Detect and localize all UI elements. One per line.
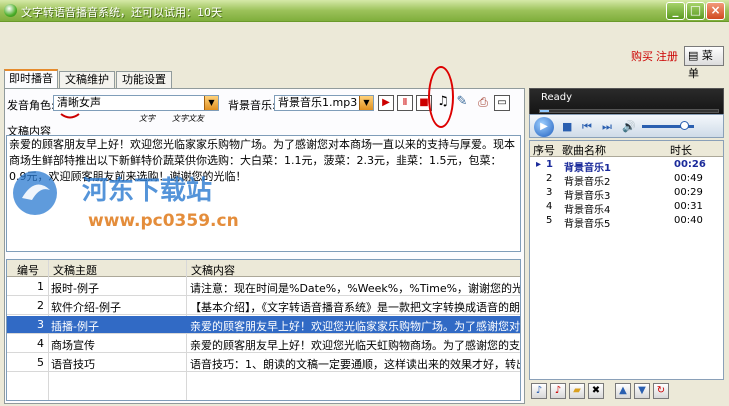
minimize-button[interactable]: _: [666, 2, 685, 20]
chevron-down-icon[interactable]: ▼: [204, 96, 218, 110]
maximize-button[interactable]: □: [686, 2, 705, 20]
row-num: 1: [37, 280, 44, 293]
speed-fast-label: 文字文友: [172, 114, 204, 123]
header-topic[interactable]: 文稿主题: [53, 262, 97, 278]
row-topic: 商场宣传: [51, 339, 95, 352]
move-down-icon[interactable]: ▼: [634, 383, 650, 399]
volume-knob[interactable]: [679, 121, 689, 130]
tab-manuscript-maintenance[interactable]: 文稿维护: [59, 71, 115, 89]
menu-button[interactable]: ▤ 菜单: [684, 46, 724, 80]
manuscript-table: 编号 文稿主题 文稿内容 1 报时-例子 请注意：现在时间是%Date%，%We…: [6, 259, 521, 401]
row-num: 4: [37, 337, 44, 350]
highlight-circle: [428, 66, 454, 128]
table-row[interactable]: 4 商场宣传 亲爱的顾客朋友早上好！欢迎您光临天虹购物商场。为了感谢您的支持与厚…: [7, 335, 520, 353]
smile-curve-icon: [60, 113, 80, 119]
seek-fill: [540, 110, 549, 112]
music-select-value: 背景音乐1.mp3: [278, 96, 358, 109]
add-music-icon[interactable]: ♪: [531, 383, 547, 399]
speed-slow-label: 文字: [139, 114, 155, 123]
monitor-icon[interactable]: ▭: [494, 95, 510, 111]
playlist-item[interactable]: 4 背景音乐4 00:31: [530, 201, 723, 216]
playlist-toolbar: ♪ ♪ ▰ ✖ ▲ ▼ ↻: [529, 380, 724, 404]
seek-bar[interactable]: [539, 109, 719, 113]
table-row[interactable]: 2 软件介绍-例子 【基本介绍】，《文字转语音播音系统》是一款把文字转换成语音的…: [7, 297, 521, 315]
playlist: 序号 歌曲名称 时长 ▸ 1 背景音乐1 00:26 2 背景音乐2 00:49…: [529, 140, 724, 380]
header-name: 歌曲名称: [562, 144, 606, 157]
voice-select[interactable]: 清晰女声 ▼: [53, 95, 219, 111]
window-title: 文字转语音播音系统，还可以试用：10天: [21, 6, 222, 19]
playlist-item[interactable]: 3 背景音乐3 00:29: [530, 187, 723, 202]
header-content[interactable]: 文稿内容: [191, 262, 235, 278]
music-label: 背景音乐:: [228, 99, 276, 112]
content-text: 亲爱的顾客朋友早上好！欢迎您光临家家乐购物广场。为了感谢您对本商场一直以来的支持…: [9, 138, 515, 183]
table-row[interactable]: 1 报时-例子 请注意：现在时间是%Date%，%Week%，%Time%，谢谢…: [7, 278, 521, 296]
register-link[interactable]: 注册: [656, 48, 678, 64]
pause-icon[interactable]: Ⅱ: [397, 95, 413, 111]
quill-icon[interactable]: ✎: [454, 95, 470, 111]
header-duration: 时长: [670, 144, 692, 157]
close-button[interactable]: ×: [706, 2, 725, 20]
volume-icon[interactable]: 🔊: [622, 120, 636, 133]
player-status: Ready: [541, 92, 573, 103]
playlist-header: 序号 歌曲名称 时长: [530, 141, 723, 157]
chevron-down-icon[interactable]: ▼: [359, 96, 373, 110]
row-num: 2: [37, 299, 44, 312]
move-up-icon[interactable]: ▲: [615, 383, 631, 399]
row-content: 【基本介绍】，《文字转语音播音系统》是一款把文字转换成语音的朗读软件: [190, 301, 521, 314]
stop-icon[interactable]: ■: [562, 120, 572, 133]
row-content: 语音技巧：1、朗读的文稿一定要通顺，这样读出来的效果才好，转出来的音频: [190, 358, 520, 371]
next-icon[interactable]: ⏭: [602, 120, 612, 134]
previous-icon[interactable]: ⏮: [582, 120, 592, 134]
tab-instant-broadcast[interactable]: 即时播音: [4, 69, 58, 90]
current-track-icon: ▸: [536, 159, 542, 170]
remove-music-icon[interactable]: ♪: [550, 383, 566, 399]
loop-icon[interactable]: ↻: [653, 383, 669, 399]
row-num: 5: [37, 356, 44, 369]
row-num: 3: [37, 318, 44, 331]
table-row[interactable]: 5 语音技巧 语音技巧：1、朗读的文稿一定要通顺，这样读出来的效果才好，转出来的…: [7, 354, 520, 372]
content-textarea[interactable]: 亲爱的顾客朋友早上好！欢迎您光临家家乐购物广场。为了感谢您对本商场一直以来的支持…: [6, 135, 521, 252]
row-content: 亲爱的顾客朋友早上好！欢迎您光临家家乐购物广场。为了感谢您对本商场一直: [190, 320, 520, 333]
title-bar: 文字转语音播音系统，还可以试用：10天 _ □ ×: [0, 0, 729, 22]
row-topic: 报时-例子: [51, 282, 99, 295]
table-row-selected[interactable]: 3 插播-例子 亲爱的顾客朋友早上好！欢迎您光临家家乐购物广场。为了感谢您对本商…: [7, 316, 520, 334]
tab-function-settings[interactable]: 功能设置: [116, 71, 172, 89]
row-content: 请注意：现在时间是%Date%，%Week%，%Time%，谢谢您的光临！: [190, 282, 521, 295]
row-topic: 插播-例子: [51, 320, 99, 333]
folder-icon[interactable]: ▰: [569, 383, 585, 399]
voice-select-value: 清晰女声: [57, 96, 101, 109]
playlist-item[interactable]: ▸ 1 背景音乐1 00:26: [530, 159, 723, 174]
app-icon: [4, 4, 17, 17]
music-select[interactable]: 背景音乐1.mp3 ▼: [274, 95, 374, 111]
row-content: 亲爱的顾客朋友早上好！欢迎您光临天虹购物商场。为了感谢您的支持与厚爱。我: [190, 339, 520, 352]
row-topic: 软件介绍-例子: [51, 301, 121, 314]
playlist-item[interactable]: 5 背景音乐5 00:40: [530, 215, 723, 230]
player-controls: ▶ ■ ⏮ ⏭ 🔊: [529, 114, 724, 138]
voice-label: 发音角色:: [7, 99, 55, 112]
play-icon[interactable]: ▶: [378, 95, 394, 111]
export-icon[interactable]: ⎙: [475, 95, 491, 111]
playlist-item[interactable]: 2 背景音乐2 00:49: [530, 173, 723, 188]
trash-icon[interactable]: ✖: [588, 383, 604, 399]
header-num[interactable]: 编号: [17, 262, 39, 278]
buy-link[interactable]: 购买: [631, 48, 653, 64]
row-topic: 语音技巧: [51, 358, 95, 371]
play-icon[interactable]: ▶: [534, 117, 554, 137]
table-header: 编号 文稿主题 文稿内容: [7, 260, 520, 278]
header-num: 序号: [533, 144, 555, 157]
menu-icon: ▤: [688, 49, 699, 62]
